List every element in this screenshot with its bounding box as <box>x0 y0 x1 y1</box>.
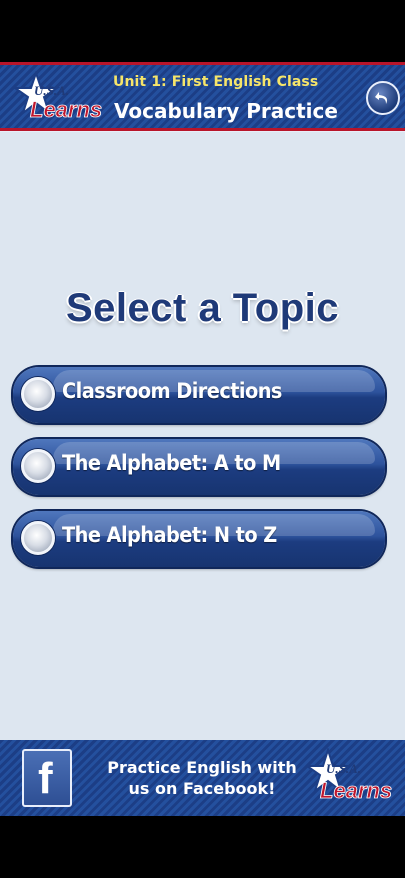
facebook-promo-line1: Practice English with <box>107 758 297 777</box>
facebook-button[interactable]: f <box>22 749 72 807</box>
status-bar <box>0 0 405 62</box>
topic-button-alphabet-a-to-m[interactable]: The Alphabet: A to M <box>13 439 385 495</box>
app-header: U.S.A. Learns Unit 1: First English Clas… <box>0 62 405 132</box>
topic-button-classroom-directions[interactable]: Classroom Directions <box>13 367 385 423</box>
radio-icon <box>21 521 55 555</box>
topic-button-alphabet-n-to-z[interactable]: The Alphabet: N to Z <box>13 511 385 567</box>
topic-label: Classroom Directions <box>62 379 282 403</box>
radio-icon <box>21 449 55 483</box>
main-content: Select a Topic Classroom Directions The … <box>0 132 405 740</box>
topic-label: The Alphabet: N to Z <box>62 523 277 547</box>
radio-icon <box>21 377 55 411</box>
footer-banner: f Practice English with us on Facebook! … <box>0 740 405 816</box>
logo-learns-text: Learns <box>30 97 102 122</box>
facebook-promo-line2: us on Facebook! <box>128 779 276 798</box>
facebook-icon: f <box>38 754 53 803</box>
topic-label: The Alphabet: A to M <box>62 451 281 475</box>
page-header-title: Vocabulary Practice <box>114 99 338 123</box>
back-arrow-icon <box>375 92 388 104</box>
facebook-promo-text[interactable]: Practice English with us on Facebook! <box>100 757 304 799</box>
usa-learns-footer-logo: U.S.A. Learns <box>306 748 392 803</box>
footer-logo-learns-text: Learns <box>320 778 392 803</box>
back-button[interactable] <box>366 81 400 115</box>
system-navigation-bar <box>0 816 405 878</box>
footer-logo-usa-text: U.S.A. <box>326 761 361 776</box>
page-title: Select a Topic <box>65 286 339 330</box>
logo-usa-text: U.S.A. <box>34 83 69 98</box>
usa-learns-logo: U.S.A. Learns <box>14 71 102 122</box>
unit-label: Unit 1: First English Class <box>113 74 319 90</box>
